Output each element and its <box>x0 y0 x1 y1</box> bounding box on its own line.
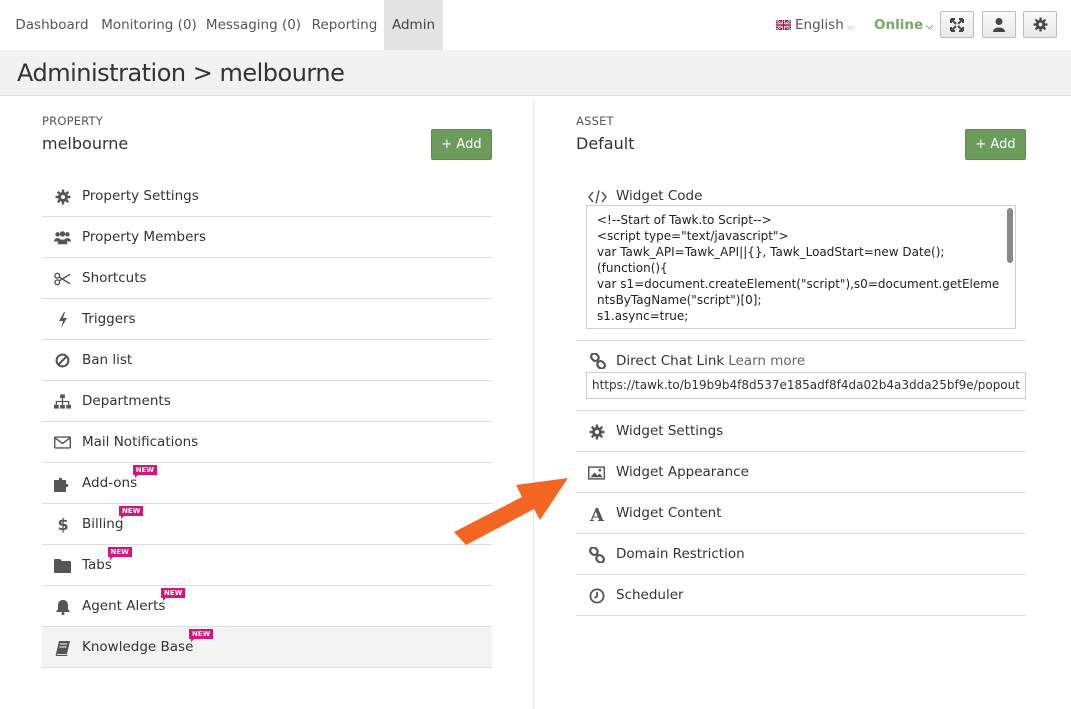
puzzle-icon <box>54 475 71 492</box>
page-header: Administration > melbourne <box>0 50 1071 96</box>
user-icon <box>993 18 1005 32</box>
ban-list-item[interactable]: Ban list <box>42 340 492 381</box>
asset-menu: Widget Settings Widget Appearance A Widg… <box>576 411 1026 616</box>
chevron-down-icon: ⌵ <box>846 22 854 32</box>
new-badge: NEW <box>132 465 158 478</box>
learn-more-link[interactable]: Learn more <box>728 353 805 369</box>
menu-item-label: Ban list <box>82 352 133 368</box>
widget-settings-item[interactable]: Widget Settings <box>576 411 1026 452</box>
mail-notifications-item[interactable]: Mail Notifications <box>42 422 492 463</box>
menu-item-label: Agent Alerts <box>82 598 166 614</box>
nav-reporting[interactable]: Reporting <box>305 0 384 50</box>
scissors-icon <box>54 270 71 287</box>
menu-item-label: Widget Content <box>616 505 722 521</box>
asset-name: Default <box>576 134 635 153</box>
new-badge: NEW <box>119 506 144 519</box>
menu-item-label: Property Members <box>82 229 206 245</box>
language-selector[interactable]: English ⌵ <box>776 0 854 50</box>
widget-code-text: <!--Start of Tawk.to Script--> <script t… <box>597 213 1000 323</box>
fullscreen-button[interactable] <box>940 11 974 38</box>
status-label: Online <box>874 17 924 33</box>
menu-item-label: Billing <box>82 516 124 532</box>
users-icon <box>54 229 71 246</box>
nav-dashboard[interactable]: Dashboard <box>0 0 104 50</box>
sitemap-icon <box>54 393 71 410</box>
annotation-arrow-icon <box>454 478 568 545</box>
direct-chat-link-input[interactable]: https://tawk.to/b19b9b4f8d537e185adf8f4d… <box>586 372 1026 399</box>
nav-monitoring[interactable]: Monitoring (0) <box>96 0 202 50</box>
menu-item-label: Triggers <box>82 311 136 327</box>
property-menu: Property Settings Property Members Short… <box>42 176 492 668</box>
menu-item-label: Knowledge Base <box>82 639 194 655</box>
nav-messaging[interactable]: Messaging (0) <box>203 0 304 50</box>
menu-item-label: Tabs <box>82 557 112 573</box>
new-badge: NEW <box>161 588 186 601</box>
direct-chat-heading: Direct Chat Link Learn more <box>616 353 805 369</box>
status-selector[interactable]: Online ⌵ <box>874 0 933 50</box>
departments-item[interactable]: Departments <box>42 381 492 422</box>
widget-appearance-item[interactable]: Widget Appearance <box>576 452 1026 493</box>
new-badge: NEW <box>189 629 214 642</box>
menu-item-label: Widget Appearance <box>616 464 749 480</box>
gear-icon <box>54 188 71 205</box>
widget-code-label: Widget Code <box>616 188 703 204</box>
new-badge: NEW <box>107 547 132 560</box>
top-nav: Dashboard Monitoring (0) Messaging (0) R… <box>0 0 1071 50</box>
property-members-item[interactable]: Property Members <box>42 217 492 258</box>
folder-icon <box>54 557 71 574</box>
menu-item-label: Mail Notifications <box>82 434 199 450</box>
chevron-down-icon: ⌵ <box>926 22 933 32</box>
clock-icon <box>588 587 605 604</box>
column-divider <box>533 101 534 709</box>
nav-admin[interactable]: Admin <box>384 0 443 50</box>
menu-item-label: Widget Settings <box>616 423 724 439</box>
property-name: melbourne <box>42 134 129 153</box>
billing-item[interactable]: $ Billing NEW <box>42 504 492 545</box>
add-property-button[interactable]: + Add <box>431 129 492 160</box>
widget-code-textarea[interactable]: <!--Start of Tawk.to Script--> <script t… <box>586 205 1016 329</box>
book-icon <box>54 639 71 656</box>
widget-content-item[interactable]: A Widget Content <box>576 493 1026 534</box>
agent-alerts-item[interactable]: Agent Alerts NEW <box>42 586 492 627</box>
uk-flag-icon <box>776 20 791 30</box>
link-icon <box>589 352 607 373</box>
direct-chat-label: Direct Chat Link <box>616 353 725 369</box>
dollar-icon: $ <box>54 516 71 533</box>
asset-section-label: ASSET <box>576 114 614 128</box>
knowledge-base-item[interactable]: Knowledge Base NEW <box>42 627 492 668</box>
font-icon: A <box>588 505 605 522</box>
svg-text:A: A <box>589 506 605 522</box>
bell-icon <box>54 598 71 615</box>
bolt-icon <box>54 311 71 328</box>
envelope-icon <box>54 434 71 451</box>
gear-icon <box>588 423 605 440</box>
menu-item-label: Shortcuts <box>82 270 147 286</box>
svg-text:$: $ <box>58 516 68 533</box>
language-label: English <box>795 17 844 33</box>
page-title: Administration > melbourne <box>17 59 345 87</box>
image-icon <box>588 464 605 481</box>
expand-icon <box>950 17 964 32</box>
settings-button[interactable] <box>1023 11 1057 38</box>
menu-item-label: Property Settings <box>82 188 199 204</box>
triggers-item[interactable]: Triggers <box>42 299 492 340</box>
tabs-item[interactable]: Tabs NEW <box>42 545 492 586</box>
gear-icon <box>1032 17 1048 32</box>
menu-item-label: Add-ons <box>82 475 138 491</box>
property-settings-item[interactable]: Property Settings <box>42 176 492 217</box>
menu-item-label: Domain Restriction <box>616 546 745 562</box>
scheduler-item[interactable]: Scheduler <box>576 575 1026 616</box>
ban-icon <box>54 352 71 369</box>
menu-item-label: Departments <box>82 393 171 409</box>
scrollbar[interactable] <box>1007 208 1013 263</box>
link-icon <box>588 546 605 563</box>
domain-restriction-item[interactable]: Domain Restriction <box>576 534 1026 575</box>
profile-button[interactable] <box>982 11 1016 38</box>
add-asset-button[interactable]: + Add <box>965 129 1026 160</box>
shortcuts-item[interactable]: Shortcuts <box>42 258 492 299</box>
property-section-label: PROPERTY <box>42 114 103 128</box>
menu-item-label: Scheduler <box>616 587 684 603</box>
add-ons-item[interactable]: Add-ons NEW <box>42 463 492 504</box>
